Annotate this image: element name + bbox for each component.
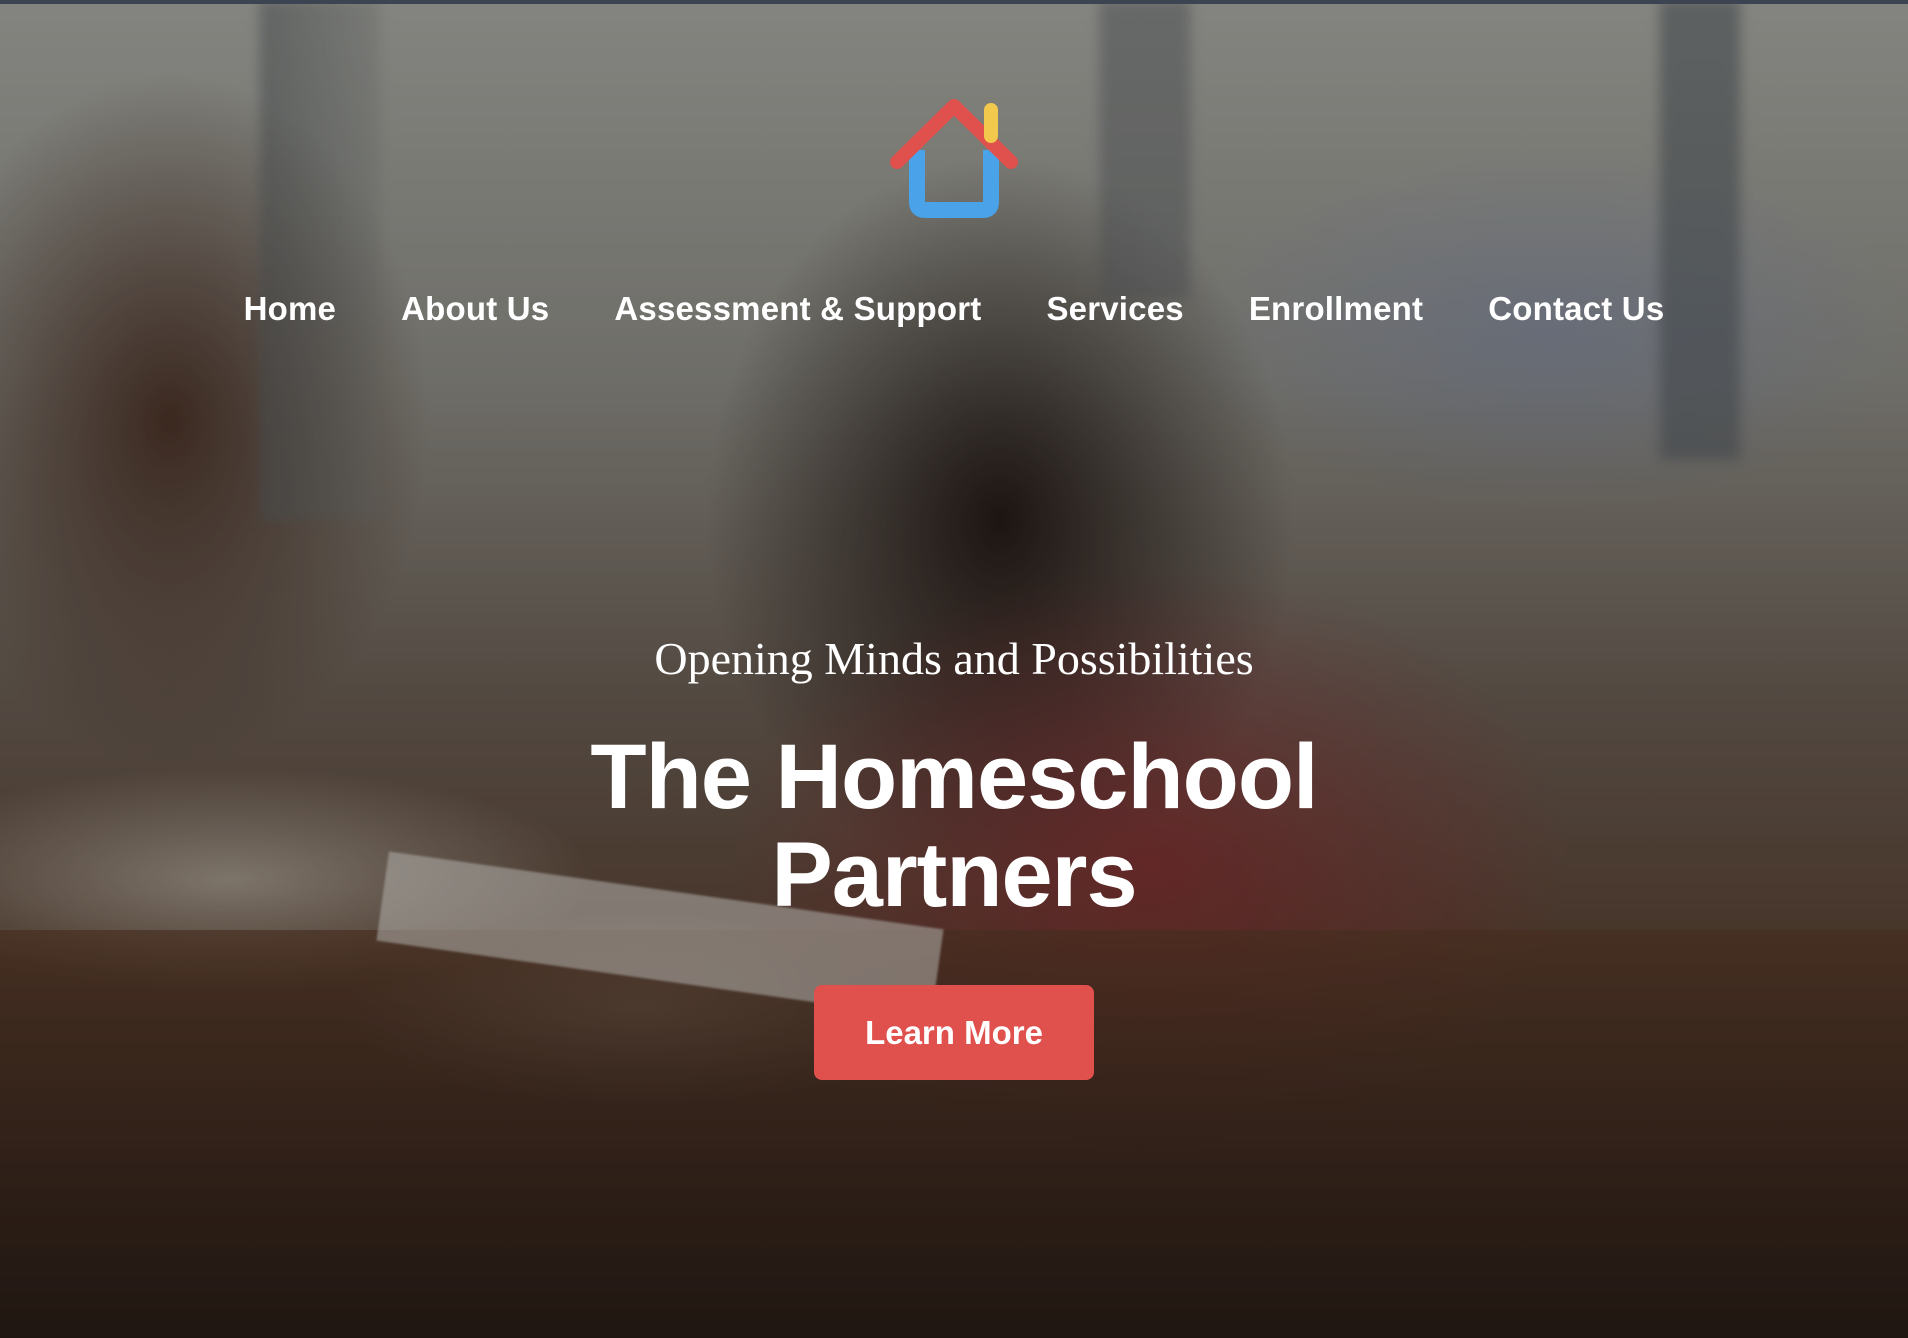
hero-title: The Homeschool Partners bbox=[0, 728, 1908, 924]
nav-item-about-us[interactable]: About Us bbox=[401, 290, 549, 328]
house-logo-icon[interactable] bbox=[887, 92, 1021, 218]
main-nav: Home About Us Assessment & Support Servi… bbox=[0, 290, 1908, 328]
hero-title-line-2: Partners bbox=[771, 824, 1137, 926]
nav-item-enrollment[interactable]: Enrollment bbox=[1249, 290, 1423, 328]
hero-title-line-1: The Homeschool bbox=[590, 726, 1318, 828]
nav-item-home[interactable]: Home bbox=[244, 290, 337, 328]
learn-more-button[interactable]: Learn More bbox=[814, 985, 1094, 1080]
nav-item-services[interactable]: Services bbox=[1046, 290, 1183, 328]
nav-item-assessment-support[interactable]: Assessment & Support bbox=[614, 290, 981, 328]
nav-item-contact-us[interactable]: Contact Us bbox=[1488, 290, 1664, 328]
top-border bbox=[0, 0, 1908, 4]
hero-tagline: Opening Minds and Possibilities bbox=[654, 633, 1254, 684]
